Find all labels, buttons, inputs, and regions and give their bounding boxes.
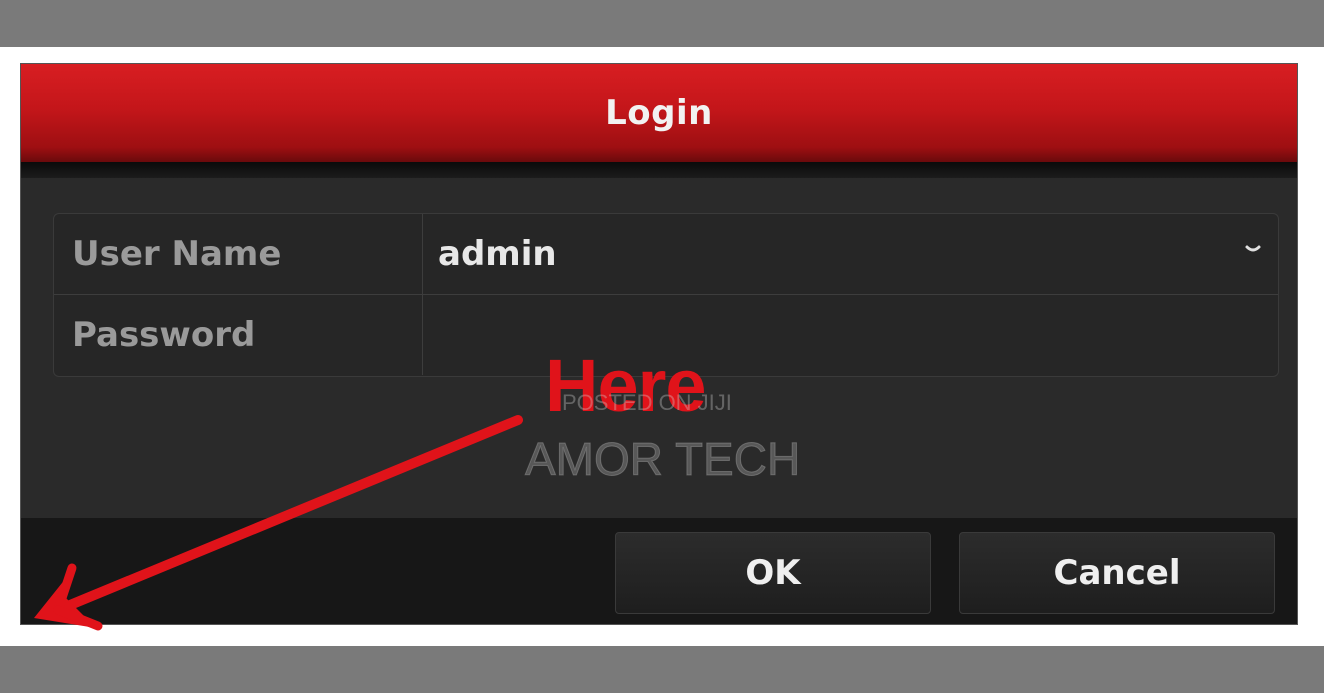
titlebar-divider (21, 162, 1297, 178)
username-row: User Name admin (54, 214, 1278, 294)
password-label: Password (54, 295, 423, 375)
watermark-brand: AMOR TECH (524, 433, 801, 486)
cancel-button[interactable]: Cancel (959, 532, 1275, 614)
dialog-title: Login (605, 93, 713, 133)
ok-button[interactable]: OK (615, 532, 931, 614)
username-label: User Name (54, 214, 423, 294)
dialog-titlebar: Login (21, 64, 1297, 162)
username-value: admin (438, 234, 557, 274)
watermark-posted: POSTED ON JIJI (562, 390, 732, 415)
chevron-down-icon[interactable] (1242, 238, 1264, 260)
dialog-footer: OK Cancel (21, 518, 1297, 624)
username-select[interactable]: admin (424, 214, 1278, 294)
